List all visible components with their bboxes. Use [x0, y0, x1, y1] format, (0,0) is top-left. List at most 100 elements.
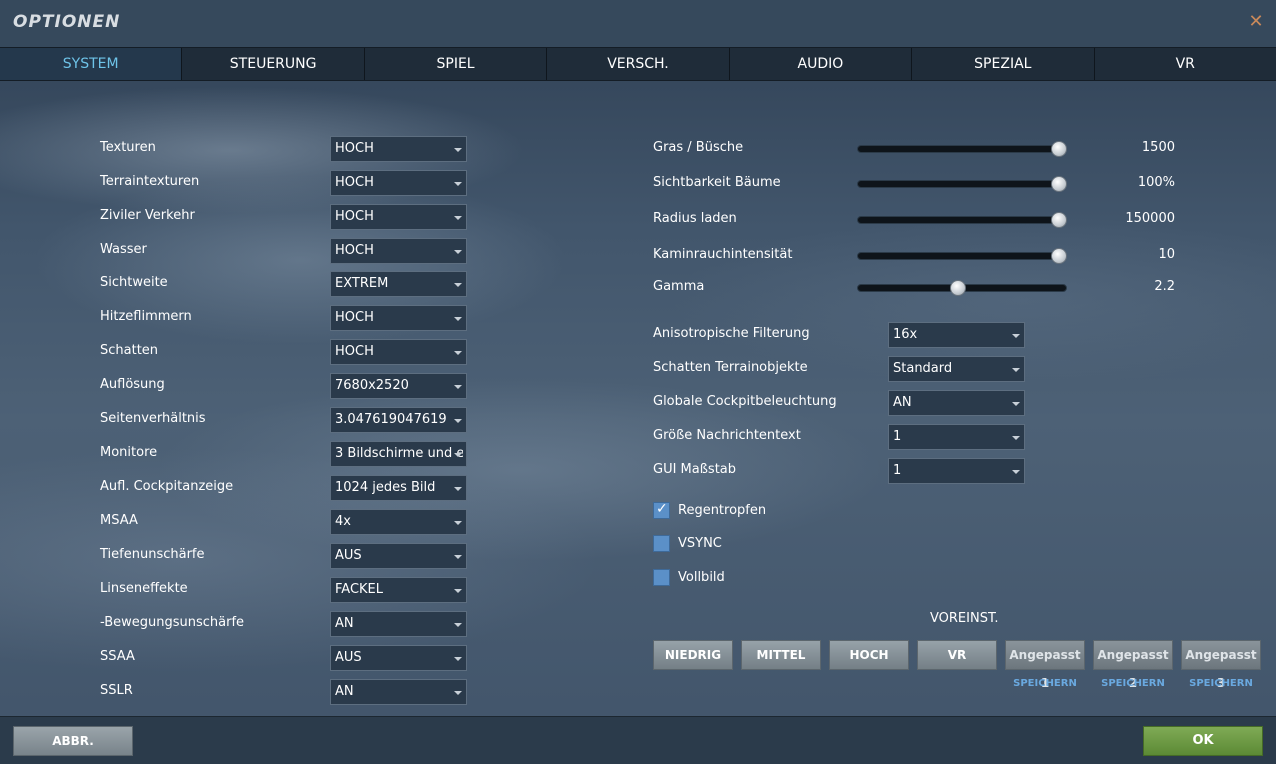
slider-label: Sichtbarkeit Bäume [653, 175, 781, 190]
vsync-checkbox[interactable] [653, 535, 670, 552]
baeume-slider-knob[interactable] [1051, 176, 1067, 192]
cancel-button[interactable]: ABBR. [13, 726, 133, 756]
save-custom-3-link[interactable]: SPEICHERN [1181, 678, 1261, 689]
cockpitanzeige-dropdown[interactable]: 1024 jedes Bild [330, 475, 467, 501]
radius-slider-knob[interactable] [1051, 212, 1067, 228]
kaminrauch-slider-track[interactable] [857, 252, 1067, 260]
preset-mittel-button[interactable]: MITTEL [741, 640, 821, 670]
setting-row-aufloesung: Auflösung 7680x2520 [100, 373, 470, 399]
tab-vr[interactable]: VR [1095, 48, 1276, 80]
kaminrauch-slider-knob[interactable] [1051, 248, 1067, 264]
preset-custom-1-button[interactable]: Angepasst 1 [1005, 640, 1085, 690]
setting-label: Seitenverhältnis [100, 411, 206, 426]
slider-label: Gras / Büsche [653, 140, 744, 155]
setting-row-terraintexturen: Terraintexturen HOCH [100, 170, 470, 196]
schatten-terrain-dropdown[interactable]: Standard [888, 356, 1025, 382]
slider-value: 1500 [1141, 140, 1175, 155]
regentropfen-checkbox[interactable]: ✓ [653, 501, 670, 519]
hitzeflimmern-dropdown[interactable]: HOCH [330, 305, 467, 331]
setting-row-cockpitanzeige: Aufl. Cockpitanzeige 1024 jedes Bild [100, 475, 470, 501]
linseneffekte-dropdown[interactable]: FACKEL [330, 577, 467, 603]
tiefenunschaerfe-dropdown[interactable]: AUS [330, 543, 467, 569]
setting-label: Monitore [100, 445, 158, 460]
preset-hoch-button[interactable]: HOCH [829, 640, 909, 670]
tab-steuerung[interactable]: STEUERUNG [182, 48, 365, 80]
dropdown-arrow-icon [454, 691, 462, 695]
gras-slider-track[interactable] [857, 145, 1067, 153]
gui-massstab-dropdown[interactable]: 1 [888, 458, 1025, 484]
terraintexturen-dropdown[interactable]: HOCH [330, 170, 467, 196]
dropdown-arrow-icon [454, 385, 462, 389]
preset-custom-3-button[interactable]: Angepasst 3 [1181, 640, 1261, 690]
seitenverhaeltnis-dropdown[interactable]: 3.047619047619 [330, 407, 467, 433]
bewegungsunschaerfe-dropdown[interactable]: AN [330, 611, 467, 637]
ziviler-verkehr-dropdown[interactable]: HOCH [330, 204, 467, 230]
setting-label: Wasser [100, 242, 147, 257]
nachrichtentext-dropdown[interactable]: 1 [888, 424, 1025, 450]
tab-spezial[interactable]: SPEZIAL [912, 48, 1095, 80]
cockpitbeleuchtung-dropdown[interactable]: AN [888, 390, 1025, 416]
setting-label: Linseneffekte [100, 581, 188, 596]
save-custom-1-link[interactable]: SPEICHERN [1005, 678, 1085, 689]
checkmark-icon: ✓ [656, 501, 668, 517]
setting-row-bewegungsunschaerfe: -Bewegungsunschärfe AN [100, 611, 470, 637]
radius-slider-track[interactable] [857, 216, 1067, 224]
dropdown-value: AUS [335, 548, 362, 563]
wasser-dropdown[interactable]: HOCH [330, 238, 467, 264]
dropdown-value: 16x [893, 327, 918, 342]
ok-button[interactable]: OK [1143, 726, 1263, 756]
preset-custom-2-button[interactable]: Angepasst 2 [1093, 640, 1173, 690]
preset-niedrig-button[interactable]: NIEDRIG [653, 640, 733, 670]
setting-label: SSAA [100, 649, 135, 664]
baeume-slider-track[interactable] [857, 180, 1067, 188]
options-window: OPTIONEN ✕ SYSTEM STEUERUNG SPIEL VERSCH… [0, 0, 1276, 764]
dropdown-value: HOCH [335, 175, 374, 190]
close-icon[interactable]: ✕ [1246, 12, 1266, 32]
setting-label: Auflösung [100, 377, 165, 392]
slider-value: 150000 [1125, 211, 1175, 226]
slider-value: 100% [1137, 175, 1175, 190]
anisotropie-dropdown[interactable]: 16x [888, 322, 1025, 348]
dropdown-value: Standard [893, 361, 953, 376]
checkbox-row-vsync: VSYNC [653, 534, 853, 554]
footer-bar: ABBR. OK [0, 716, 1276, 764]
setting-label: Globale Cockpitbeleuchtung [653, 394, 837, 409]
dropdown-arrow-icon [454, 250, 462, 254]
slider-row-radius: Radius laden 150000 [653, 207, 1183, 233]
monitore-dropdown[interactable]: 3 Bildschirme und ei [330, 441, 467, 467]
gamma-slider-knob[interactable] [950, 280, 967, 296]
aufloesung-dropdown[interactable]: 7680x2520 [330, 373, 467, 399]
checkbox-label: Vollbild [678, 570, 725, 585]
tab-audio[interactable]: AUDIO [730, 48, 913, 80]
gras-slider-knob[interactable] [1051, 141, 1067, 157]
preset-vr-button[interactable]: VR [917, 640, 997, 670]
sichtweite-dropdown[interactable]: EXTREM [330, 271, 467, 297]
dropdown-value: 7680x2520 [335, 378, 409, 393]
dropdown-arrow-icon [454, 182, 462, 186]
dropdown-arrow-icon [1012, 436, 1020, 440]
dropdown-arrow-icon [454, 555, 462, 559]
checkbox-label: VSYNC [678, 536, 722, 551]
save-custom-2-link[interactable]: SPEICHERN [1093, 678, 1173, 689]
schatten-dropdown[interactable]: HOCH [330, 339, 467, 365]
ssaa-dropdown[interactable]: AUS [330, 645, 467, 671]
dropdown-value: HOCH [335, 141, 374, 156]
texturen-dropdown[interactable]: HOCH [330, 136, 467, 162]
dropdown-value: 3.047619047619 [335, 412, 447, 427]
setting-row-cockpitbeleuchtung: Globale Cockpitbeleuchtung AN [653, 390, 1025, 416]
tab-versch[interactable]: VERSCH. [547, 48, 730, 80]
slider-value: 10 [1158, 247, 1175, 262]
slider-label: Kaminrauchintensität [653, 247, 793, 262]
sslr-dropdown[interactable]: AN [330, 679, 467, 705]
slider-value: 2.2 [1154, 279, 1175, 294]
msaa-dropdown[interactable]: 4x [330, 509, 467, 535]
vollbild-checkbox[interactable] [653, 569, 670, 586]
presets-title: VOREINST. [930, 611, 999, 626]
slider-label: Radius laden [653, 211, 737, 226]
tab-system[interactable]: SYSTEM [0, 48, 183, 80]
tab-spiel[interactable]: SPIEL [365, 48, 548, 80]
setting-row-seitenverhaeltnis: Seitenverhältnis 3.047619047619 [100, 407, 470, 433]
setting-label: Größe Nachrichtentext [653, 428, 801, 443]
dropdown-value: 4x [335, 514, 351, 529]
setting-row-nachrichtentext: Größe Nachrichtentext 1 [653, 424, 1025, 450]
